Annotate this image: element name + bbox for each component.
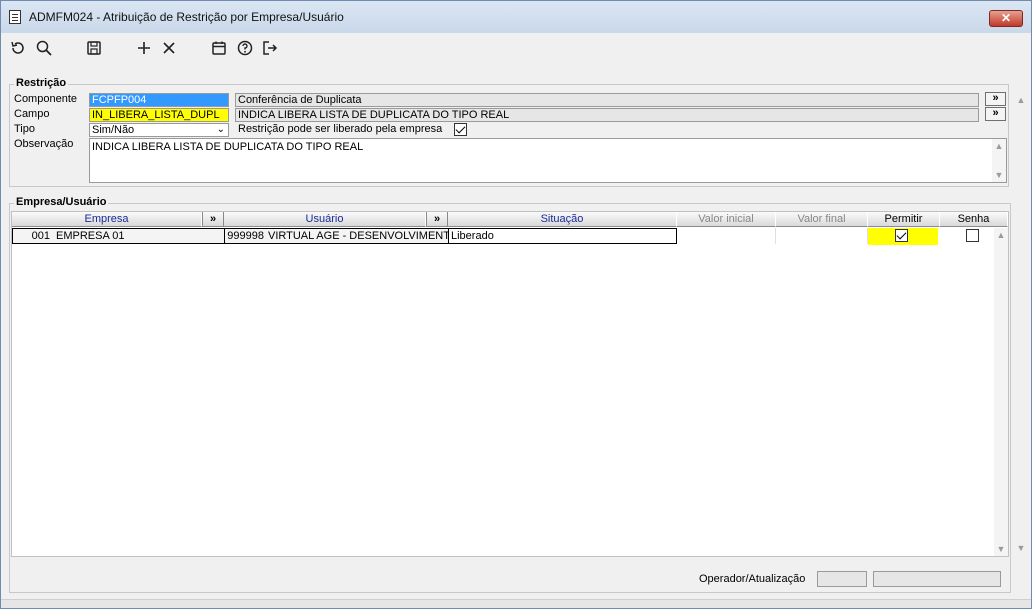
- observacao-label: Observação: [14, 138, 74, 150]
- title-bar: ADMFM024 - Atribuição de Restrição por E…: [1, 1, 1031, 33]
- senha-checkbox[interactable]: [966, 229, 979, 242]
- componente-label: Componente: [14, 93, 77, 105]
- atualizacao-field: [873, 571, 1001, 587]
- campo-expand-button[interactable]: »: [985, 107, 1006, 121]
- tipo-value: Sim/Não: [92, 124, 135, 136]
- exit-icon[interactable]: [259, 37, 281, 59]
- col-permitir[interactable]: Permitir: [868, 212, 940, 227]
- tipo-label: Tipo: [14, 123, 35, 135]
- empresa-code-cell[interactable]: 001: [12, 228, 54, 244]
- close-button[interactable]: ✕: [989, 10, 1023, 27]
- status-bar: Operador/Atualização: [11, 567, 1009, 591]
- observacao-value: INDICA LIBERA LISTA DE DUPLICATA DO TIPO…: [92, 141, 364, 153]
- search-icon[interactable]: [33, 37, 55, 59]
- help-icon[interactable]: [234, 37, 256, 59]
- componente-code-field[interactable]: FCPFP004: [89, 93, 229, 107]
- save-icon[interactable]: [83, 37, 105, 59]
- col-senha[interactable]: Senha: [940, 212, 1008, 227]
- scroll-up-icon[interactable]: ▲: [992, 139, 1006, 153]
- scroll-down-icon[interactable]: ▼: [992, 168, 1006, 182]
- scroll-down-icon[interactable]: ▼: [1014, 541, 1028, 555]
- empresa-usuario-title: Empresa/Usuário: [14, 196, 109, 208]
- observacao-scrollbar[interactable]: ▲ ▼: [992, 139, 1006, 182]
- permitir-checkbox[interactable]: [895, 229, 908, 242]
- liberado-checkbox[interactable]: [454, 123, 467, 136]
- campo-code-field[interactable]: IN_LIBERA_LISTA_DUPL: [89, 108, 229, 122]
- col-situacao[interactable]: Situação: [448, 212, 677, 227]
- undo-icon[interactable]: [7, 37, 29, 59]
- empresa-usuario-grid: Empresa » Usuário » Situação Valor inici…: [11, 211, 1009, 557]
- calendar-icon[interactable]: [208, 37, 230, 59]
- situacao-cell[interactable]: Liberado: [448, 228, 677, 244]
- add-icon[interactable]: [133, 37, 155, 59]
- valor-inicial-cell[interactable]: [677, 228, 776, 244]
- campo-label: Campo: [14, 108, 50, 120]
- componente-desc-field: Conferência de Duplicata: [235, 93, 979, 107]
- restricao-title: Restrição: [14, 77, 69, 89]
- scroll-down-icon[interactable]: ▼: [994, 542, 1008, 556]
- grid-scrollbar[interactable]: ▲ ▼: [994, 228, 1008, 556]
- col-empresa[interactable]: Empresa: [12, 212, 202, 227]
- main-window: ADMFM024 - Atribuição de Restrição por E…: [0, 0, 1032, 609]
- document-icon: [9, 10, 21, 24]
- window-bottom-edge: [1, 599, 1031, 608]
- componente-expand-button[interactable]: »: [985, 92, 1006, 106]
- observacao-textarea[interactable]: INDICA LIBERA LISTA DE DUPLICATA DO TIPO…: [89, 138, 1007, 183]
- delete-icon[interactable]: [158, 37, 180, 59]
- empresa-expand-button[interactable]: »: [202, 212, 224, 227]
- permitir-cell[interactable]: [868, 228, 938, 245]
- chevron-down-icon: ⌄: [216, 124, 225, 135]
- usuario-expand-button[interactable]: »: [426, 212, 448, 227]
- window-scrollbar[interactable]: ▲ ▼: [1014, 93, 1028, 555]
- toolbar: [1, 35, 1031, 61]
- tipo-select[interactable]: Sim/Não ⌄: [89, 123, 229, 137]
- col-usuario[interactable]: Usuário: [224, 212, 426, 227]
- scroll-up-icon[interactable]: ▲: [1014, 93, 1028, 107]
- empresa-name-cell[interactable]: EMPRESA 01: [54, 228, 224, 244]
- window-title: ADMFM024 - Atribuição de Restrição por E…: [29, 10, 344, 24]
- col-valor-inicial[interactable]: Valor inicial: [677, 212, 776, 227]
- valor-final-cell[interactable]: [776, 228, 868, 244]
- liberado-label: Restrição pode ser liberado pela empresa: [238, 123, 443, 135]
- operador-field: [817, 571, 867, 587]
- usuario-name-cell[interactable]: VIRTUAL AGE - DESENVOLVIMENTO: [266, 228, 448, 244]
- operador-label: Operador/Atualização: [699, 573, 806, 585]
- col-valor-final[interactable]: Valor final: [776, 212, 868, 227]
- scroll-up-icon[interactable]: ▲: [994, 228, 1008, 242]
- usuario-code-cell[interactable]: 999998: [224, 228, 266, 244]
- campo-desc-field: INDICA LIBERA LISTA DE DUPLICATA DO TIPO…: [235, 108, 979, 122]
